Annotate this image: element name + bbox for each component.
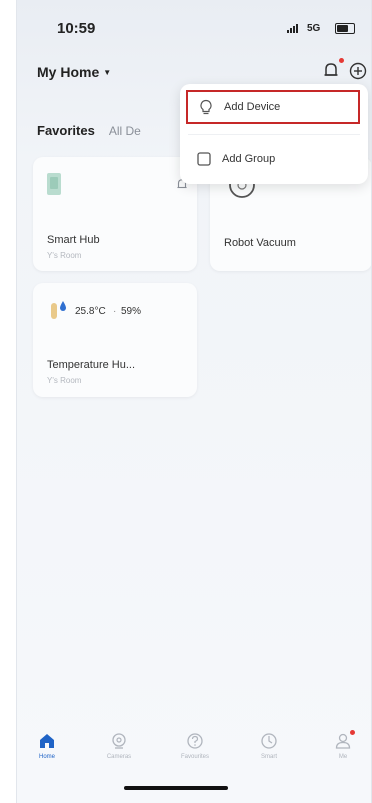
device-room: Y's Room bbox=[47, 251, 82, 260]
tab-label: Home bbox=[38, 754, 55, 760]
add-group-menu-item[interactable]: Add Group bbox=[186, 142, 360, 176]
me-notification-badge bbox=[350, 730, 355, 735]
humidity-reading: 59% bbox=[121, 306, 142, 317]
smart-icon bbox=[261, 733, 277, 749]
thermometer-icon bbox=[51, 301, 66, 319]
favourites-icon bbox=[187, 733, 203, 749]
device-tabs: Favorites All De bbox=[37, 123, 141, 138]
home-icon bbox=[40, 734, 54, 748]
home-indicator[interactable] bbox=[124, 786, 228, 790]
temperature-reading: 25.8°C bbox=[75, 306, 106, 317]
tab-label: Smart bbox=[260, 754, 277, 760]
app-screen: 10:59 5G My Home ▼ Favorites All De Smart… bbox=[16, 0, 372, 803]
tab-label: Favourites bbox=[180, 754, 209, 760]
camera-icon bbox=[112, 733, 126, 749]
notification-bell-icon[interactable] bbox=[321, 60, 341, 80]
device-name: Robot Vacuum bbox=[224, 237, 296, 249]
device-card-temperature-humidity[interactable]: 25.8°C · 59% Temperature Hu... Y's Room bbox=[33, 283, 197, 397]
device-name: Temperature Hu... bbox=[47, 359, 136, 371]
tab-home[interactable]: Home bbox=[17, 732, 77, 760]
battery-icon bbox=[335, 23, 355, 34]
lightbulb-icon bbox=[200, 99, 212, 115]
home-name: My Home bbox=[37, 64, 100, 80]
device-room: Y's Room bbox=[47, 376, 82, 385]
add-group-label: Add Group bbox=[222, 153, 276, 165]
status-time: 10:59 bbox=[57, 20, 96, 37]
tab-favorites[interactable]: Favorites bbox=[37, 123, 95, 138]
tab-label: Me bbox=[338, 754, 348, 760]
hub-device-icon bbox=[47, 173, 61, 195]
add-plus-icon[interactable] bbox=[349, 62, 367, 80]
device-card-smart-hub[interactable]: Smart Hub Y's Room bbox=[33, 157, 197, 271]
menu-divider bbox=[188, 134, 360, 135]
caret-down-icon: ▼ bbox=[103, 68, 112, 77]
network-label: 5G bbox=[307, 23, 321, 34]
signal-icon bbox=[287, 24, 298, 33]
add-device-label: Add Device bbox=[224, 101, 281, 113]
add-device-menu-item[interactable]: Add Device bbox=[186, 90, 360, 124]
group-square-icon bbox=[197, 152, 211, 166]
reading-separator: · bbox=[113, 306, 117, 317]
tab-cameras[interactable]: Cameras bbox=[89, 732, 149, 760]
tab-favourites[interactable]: Favourites bbox=[165, 732, 225, 760]
tab-smart[interactable]: Smart bbox=[239, 732, 299, 760]
device-name: Smart Hub bbox=[47, 234, 100, 246]
add-dropdown-menu: Add Device Add Group bbox=[180, 84, 368, 184]
tab-label: Cameras bbox=[106, 754, 132, 760]
bottom-tab-bar: Home Cameras Favourites Smart Me bbox=[17, 724, 371, 784]
tab-me[interactable]: Me bbox=[313, 730, 371, 760]
notification-badge bbox=[339, 58, 344, 63]
status-bar: 10:59 5G bbox=[17, 0, 371, 50]
tab-all-devices[interactable]: All De bbox=[109, 124, 141, 138]
home-selector[interactable]: My Home ▼ bbox=[37, 64, 111, 80]
me-icon bbox=[335, 733, 351, 749]
